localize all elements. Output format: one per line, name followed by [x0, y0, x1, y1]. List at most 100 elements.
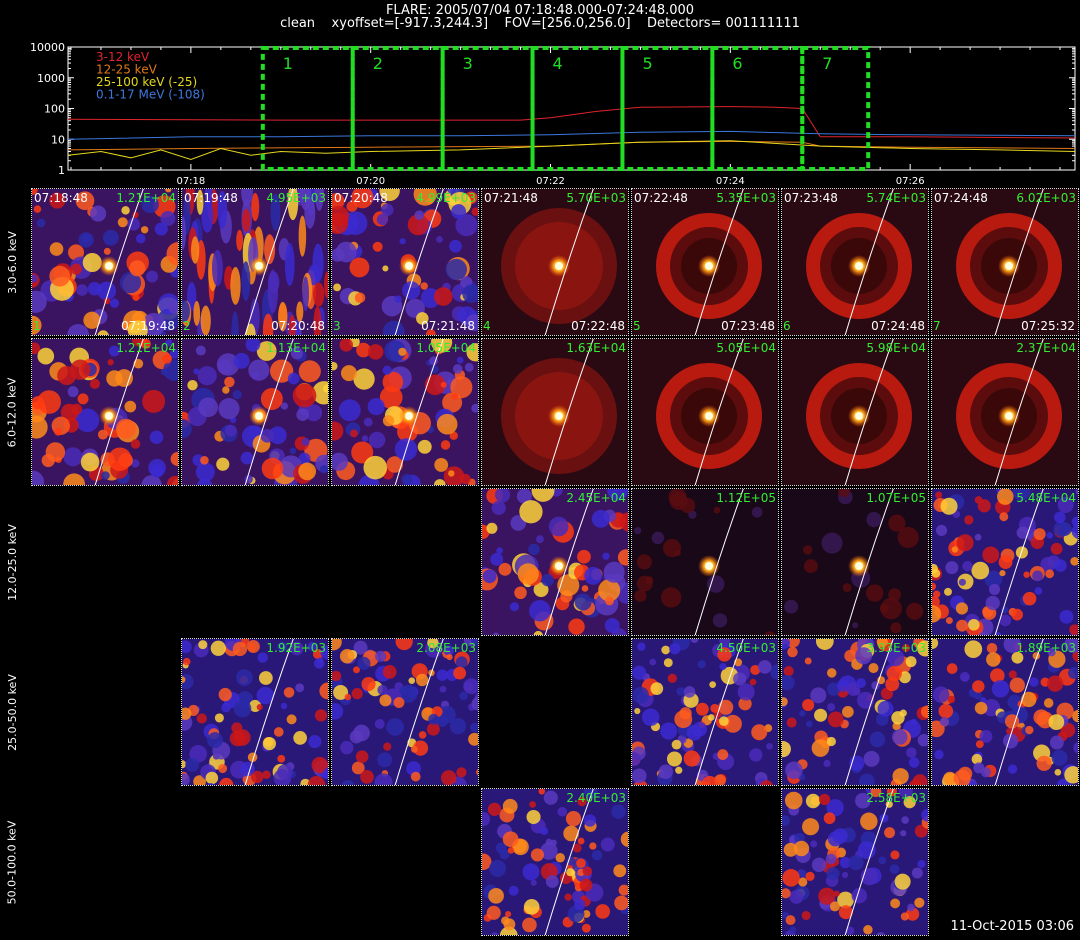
emission-blob	[602, 552, 610, 560]
emission-blob	[557, 806, 568, 817]
emission-blob	[878, 856, 887, 865]
image-map	[632, 189, 778, 335]
emission-blob	[261, 457, 284, 480]
image-max-value: 4.95E+03	[266, 191, 326, 205]
emission-blob	[581, 923, 591, 933]
emission-blob	[449, 718, 467, 735]
emission-blob	[719, 663, 727, 671]
emission-blob	[401, 474, 413, 485]
emission-blob	[574, 898, 586, 911]
emission-blob	[349, 257, 370, 278]
emission-blob	[611, 804, 626, 819]
emission-blob	[823, 812, 836, 825]
emission-blob	[162, 353, 172, 364]
series-line	[67, 140, 1076, 161]
image-max-value: 5.05E+04	[716, 341, 776, 355]
emission-blob	[805, 871, 815, 881]
emission-blob	[749, 678, 757, 686]
image-panel: 5.70E+03 07:21:48 07:22:48 4	[481, 188, 629, 336]
emission-blob	[877, 700, 894, 717]
energy-row-label: 25.0-50.0 keV	[5, 673, 19, 751]
emission-blob	[650, 682, 664, 696]
emission-blob	[248, 359, 270, 381]
emission-blob	[932, 569, 941, 578]
emission-blob	[541, 573, 554, 587]
emission-blob	[1059, 609, 1074, 624]
emission-blob	[719, 716, 729, 727]
lightcurve-plot: 1 10 100 1000 10000 07:18 07:20 07:22 07:24 07:26…	[30, 41, 1076, 186]
image-map	[32, 339, 178, 485]
emission-blob	[355, 750, 369, 764]
emission-blob	[958, 578, 966, 586]
emission-blob	[486, 905, 501, 920]
emission-blob	[363, 455, 388, 480]
emission-blob	[302, 276, 309, 312]
image-end-time: 07:20:48	[271, 319, 325, 333]
x-tick-label: 07:24	[716, 176, 745, 186]
time-interval-box	[710, 46, 805, 171]
image-start-time: 07:21:48	[484, 191, 538, 205]
emission-blob	[76, 284, 88, 296]
emission-blob	[697, 660, 706, 669]
image-map	[182, 189, 328, 335]
emission-blob	[335, 241, 357, 263]
emission-blob	[998, 555, 1013, 570]
emission-blob	[277, 754, 286, 763]
emission-blob	[505, 911, 512, 918]
emission-blob	[382, 415, 395, 427]
image-map	[782, 639, 928, 785]
emission-blob	[955, 602, 969, 615]
emission-blob	[191, 236, 200, 264]
emission-blob	[718, 699, 734, 715]
emission-blob	[350, 429, 358, 438]
emission-blob	[1015, 546, 1028, 559]
emission-blob	[234, 729, 251, 746]
emission-blob	[211, 249, 223, 287]
emission-blob	[393, 697, 405, 709]
emission-blob	[455, 656, 468, 669]
emission-blob	[892, 768, 909, 785]
emission-blob	[528, 543, 540, 556]
y-tick-label: 10	[51, 133, 65, 146]
image-panel: 2.45E+04	[481, 488, 629, 636]
image-max-value: 2.45E+04	[566, 491, 626, 505]
emission-blob	[80, 452, 100, 472]
emission-blob	[1016, 526, 1030, 539]
emission-blob	[999, 512, 1009, 522]
emission-blob	[198, 397, 219, 418]
emission-blob	[115, 418, 136, 439]
source-core	[405, 262, 413, 270]
emission-blob	[785, 915, 796, 926]
emission-blob	[491, 500, 506, 515]
emission-blob	[856, 678, 866, 688]
emission-blob	[1045, 569, 1055, 579]
emission-blob	[449, 239, 462, 253]
emission-blob	[443, 466, 465, 485]
image-max-value: 1.12E+05	[716, 491, 776, 505]
image-map	[332, 189, 478, 335]
emission-blob	[783, 666, 794, 677]
emission-blob	[200, 305, 211, 335]
emission-blob	[287, 372, 300, 385]
emission-blob	[974, 496, 983, 504]
emission-blob	[101, 471, 110, 480]
emission-blob	[968, 618, 980, 631]
emission-blob	[142, 389, 166, 413]
emission-blob	[132, 294, 140, 301]
emission-blob	[935, 524, 948, 537]
time-interval-box	[530, 46, 625, 171]
emission-blob	[959, 671, 970, 682]
emission-blob	[363, 417, 373, 427]
emission-blob	[351, 688, 363, 700]
image-map	[182, 339, 328, 485]
emission-blob	[436, 413, 458, 435]
emission-blob	[782, 869, 800, 887]
emission-blob	[408, 677, 416, 684]
emission-blob	[658, 764, 674, 780]
emission-blob	[863, 750, 880, 767]
emission-blob	[89, 378, 100, 389]
emission-blob	[667, 673, 677, 683]
emission-blob	[1029, 677, 1039, 687]
emission-blob	[415, 673, 429, 687]
emission-blob	[70, 359, 91, 380]
